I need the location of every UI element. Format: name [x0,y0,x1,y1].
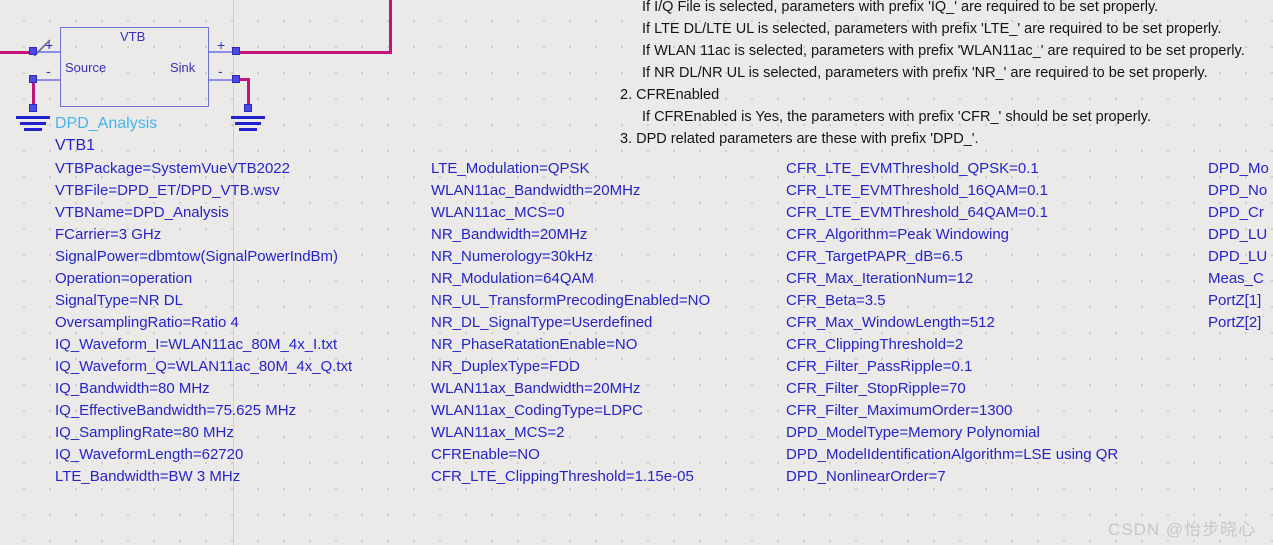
note-line: 3. DPD related parameters are these with… [620,131,979,147]
param-line[interactable]: NR_Bandwidth=20MHz [431,224,710,246]
csdn-watermark: CSDN @怡步晓心 [1108,520,1257,539]
param-line[interactable]: CFR_LTE_EVMThreshold_64QAM=0.1 [786,202,1118,224]
param-line[interactable]: LTE_Bandwidth=BW 3 MHz [55,466,352,488]
param-line[interactable]: CFR_LTE_EVMThreshold_16QAM=0.1 [786,180,1118,202]
param-line[interactable]: IQ_EffectiveBandwidth=75.625 MHz [55,400,352,422]
param-line[interactable]: NR_UL_TransformPrecodingEnabled=NO [431,290,710,312]
ground-symbol-sink[interactable] [231,116,265,134]
param-line[interactable]: VTBFile=DPD_ET/DPD_VTB.wsv [55,180,352,202]
schematic-canvas[interactable]: VTB Source Sink + - + - DPD_Analysis VTB… [0,0,1273,545]
param-line[interactable]: IQ_Waveform_Q=WLAN11ac_80M_4x_Q.txt [55,356,352,378]
param-line[interactable]: CFR_LTE_EVMThreshold_QPSK=0.1 [786,158,1118,180]
param-line[interactable]: CFR_Max_IterationNum=12 [786,268,1118,290]
param-line[interactable]: CFREnable=NO [431,444,710,466]
param-line[interactable]: DPD_No [1208,180,1269,202]
param-line[interactable]: CFR_Beta=3.5 [786,290,1118,312]
node-source-gnd[interactable] [29,104,37,112]
param-line[interactable]: WLAN11ac_Bandwidth=20MHz [431,180,710,202]
param-line[interactable]: NR_DL_SignalType=Userdefined [431,312,710,334]
node-source-plus[interactable] [29,47,37,55]
pin-label-source-plus: + [45,37,54,53]
note-line: 2. CFREnabled [620,87,720,103]
wire-sink-plus-right[interactable] [236,51,392,54]
param-line[interactable]: SignalType=NR DL [55,290,352,312]
param-line[interactable]: OversamplingRatio=Ratio 4 [55,312,352,334]
param-line[interactable]: IQ_SamplingRate=80 MHz [55,422,352,444]
param-line[interactable]: DPD_Cr [1208,202,1269,224]
param-line[interactable]: CFR_Algorithm=Peak Windowing [786,224,1118,246]
node-sink-minus[interactable] [232,75,240,83]
param-line[interactable]: CFR_Filter_StopRipple=70 [786,378,1118,400]
param-line[interactable]: CFR_Filter_PassRipple=0.1 [786,356,1118,378]
param-line[interactable]: NR_DuplexType=FDD [431,356,710,378]
note-line: If CFREnabled is Yes, the parameters wit… [642,109,1151,125]
note-line: If WLAN 11ac is selected, parameters wit… [642,43,1245,59]
vtb-symbol-title: VTB [120,29,146,44]
node-source-minus[interactable] [29,75,37,83]
note-line: If I/Q File is selected, parameters with… [642,0,1159,15]
param-line[interactable]: DPD_Mo [1208,158,1269,180]
wire-source-plus-left[interactable] [0,51,32,54]
param-line[interactable]: Operation=operation [55,268,352,290]
param-line[interactable]: LTE_Modulation=QPSK [431,158,710,180]
notes-block: If I/Q File is selected, parameters with… [620,0,1245,150]
param-line[interactable]: CFR_TargetPAPR_dB=6.5 [786,246,1118,268]
param-line[interactable]: FCarrier=3 GHz [55,224,352,246]
instance-name-label[interactable]: DPD_Analysis [55,115,157,133]
param-line[interactable]: WLAN11ac_MCS=0 [431,202,710,224]
wire-sink-plus-up[interactable] [389,0,392,53]
vtb-source-label: Source [65,60,107,75]
param-line[interactable]: NR_Modulation=64QAM [431,268,710,290]
param-line[interactable]: Meas_C [1208,268,1269,290]
param-column-4[interactable]: DPD_Mo DPD_No DPD_Cr DPD_LU DPD_LU Meas_C Port… [1208,158,1269,334]
param-line[interactable]: PortZ[2] [1208,312,1269,334]
node-sink-plus[interactable] [232,47,240,55]
param-line[interactable]: IQ_Bandwidth=80 MHz [55,378,352,400]
param-line[interactable]: VTBPackage=SystemVueVTB2022 [55,158,352,180]
pin-label-sink-minus: - [218,63,223,79]
param-line[interactable]: IQ_Waveform_I=WLAN11ac_80M_4x_I.txt [55,334,352,356]
param-line[interactable]: CFR_Filter_MaximumOrder=1300 [786,400,1118,422]
param-column-3[interactable]: CFR_LTE_EVMThreshold_QPSK=0.1 CFR_LTE_EVM… [786,158,1118,488]
param-line[interactable]: CFR_ClippingThreshold=2 [786,334,1118,356]
param-line[interactable]: NR_PhaseRatationEnable=NO [431,334,710,356]
param-column-1[interactable]: VTBPackage=SystemVueVTB2022 VTBFile=DPD_E… [55,158,352,488]
param-line[interactable]: PortZ[1] [1208,290,1269,312]
param-line[interactable]: CFR_LTE_ClippingThreshold=1.15e-05 [431,466,710,488]
param-line[interactable]: VTBName=DPD_Analysis [55,202,352,224]
ground-symbol-source[interactable] [16,116,50,134]
vtb-sink-label: Sink [170,60,196,75]
pin-label-source-minus: - [46,63,51,79]
pin-label-sink-plus: + [217,37,226,53]
param-line[interactable]: DPD_ModelIdentificationAlgorithm=LSE usi… [786,444,1118,466]
instance-id-label[interactable]: VTB1 [55,137,95,155]
param-column-2[interactable]: LTE_Modulation=QPSK WLAN11ac_Bandwidth=20… [431,158,710,488]
node-sink-gnd[interactable] [244,104,252,112]
note-line: If NR DL/NR UL is selected, parameters w… [642,65,1208,81]
param-line[interactable]: CFR_Max_WindowLength=512 [786,312,1118,334]
param-line[interactable]: DPD_NonlinearOrder=7 [786,466,1118,488]
note-line: If LTE DL/LTE UL is selected, parameters… [642,21,1222,37]
param-line[interactable]: WLAN11ax_MCS=2 [431,422,710,444]
param-line[interactable]: DPD_LU [1208,246,1269,268]
param-line[interactable]: DPD_LU [1208,224,1269,246]
param-line[interactable]: WLAN11ax_CodingType=LDPC [431,400,710,422]
param-line[interactable]: SignalPower=dbmtow(SignalPowerIndBm) [55,246,352,268]
param-line[interactable]: IQ_WaveformLength=62720 [55,444,352,466]
param-line[interactable]: DPD_ModelType=Memory Polynomial [786,422,1118,444]
param-line[interactable]: WLAN11ax_Bandwidth=20MHz [431,378,710,400]
param-line[interactable]: NR_Numerology=30kHz [431,246,710,268]
